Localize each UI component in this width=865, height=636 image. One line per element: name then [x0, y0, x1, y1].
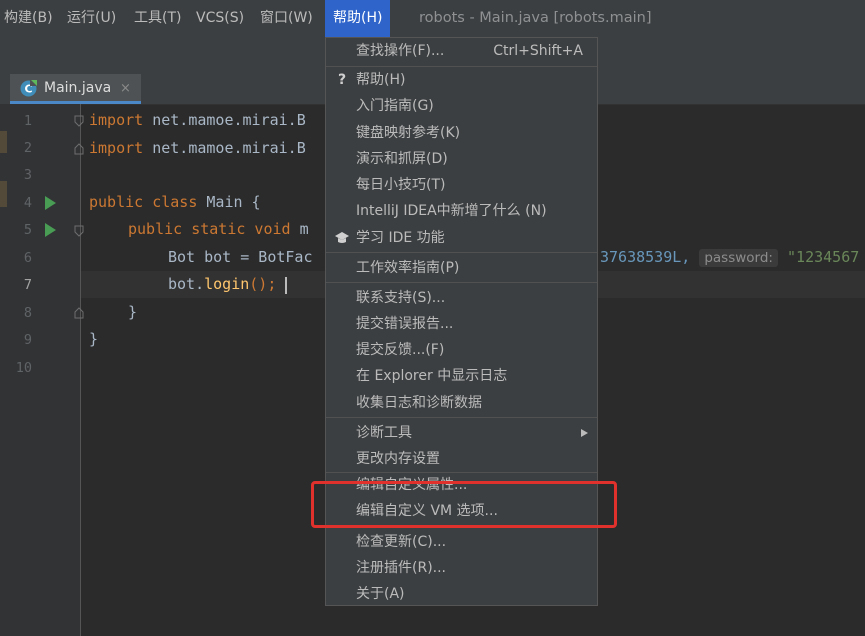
java-class-icon: C — [20, 80, 37, 97]
fold-icon[interactable] — [74, 143, 84, 155]
menu-tools[interactable]: 工具(T) — [134, 0, 181, 37]
menu-run[interactable]: 运行(U) — [67, 0, 116, 37]
run-icon[interactable] — [45, 196, 56, 210]
tab-label: Main.java — [44, 80, 112, 96]
menu-vcs[interactable]: VCS(S) — [196, 0, 244, 37]
menu-separator — [326, 282, 597, 283]
menu-window[interactable]: 窗口(W) — [260, 0, 313, 37]
menu-separator — [326, 252, 597, 253]
menu-item-show-log[interactable]: 在 Explorer 中显示日志 — [326, 363, 597, 389]
menu-item-submit-feedback[interactable]: 提交反馈...(F) — [326, 337, 597, 363]
line-number: 1 — [23, 113, 32, 129]
parameter-hint: password: — [699, 249, 778, 267]
menu-build[interactable]: 构建(B) — [4, 0, 53, 37]
line-number: 5 — [23, 222, 32, 238]
line-number: 10 — [15, 360, 32, 376]
code-line[interactable]: } — [128, 299, 137, 326]
code-line[interactable]: import net.mamoe.mirai.B — [89, 135, 306, 162]
menu-item-collect-logs[interactable]: 收集日志和诊断数据 — [326, 390, 597, 416]
line-number: 2 — [23, 140, 32, 156]
menu-help[interactable]: 帮助(H) — [325, 0, 391, 37]
menu-item-contact-support[interactable]: 联系支持(S)... — [326, 285, 597, 311]
menu-item-tip-of-day[interactable]: 每日小技巧(T) — [326, 172, 597, 198]
line-number: 3 — [23, 167, 32, 183]
menu-item-help[interactable]: ? 帮助(H) — [326, 67, 597, 93]
code-line[interactable]: public class Main { — [89, 189, 261, 216]
code-line-continuation[interactable]: 37638539L, password: "1234567 — [600, 244, 859, 272]
line-number: 6 — [23, 250, 32, 266]
menu-item-demos[interactable]: 演示和抓屏(D) — [326, 146, 597, 172]
menu-item-whats-new[interactable]: IntelliJ IDEA中新增了什么 (N) — [326, 198, 597, 224]
run-icon[interactable] — [45, 223, 56, 237]
text-caret — [285, 277, 287, 294]
code-line[interactable]: } — [89, 326, 98, 353]
close-icon[interactable]: × — [120, 74, 131, 103]
menu-item-submit-bug[interactable]: 提交错误报告... — [326, 311, 597, 337]
menu-item-change-memory[interactable]: 更改内存设置 — [326, 446, 597, 472]
window-title: robots - Main.java [robots.main] — [419, 10, 652, 26]
code-line[interactable]: Bot bot = BotFac — [168, 244, 313, 271]
fold-icon[interactable] — [74, 225, 84, 237]
menu-item-find-action[interactable]: 查找操作(F)... Ctrl+Shift+A — [326, 38, 597, 64]
menu-bar: 构建(B) 运行(U) 工具(T) VCS(S) 窗口(W) 帮助(H) rob… — [0, 0, 865, 37]
line-number: 8 — [23, 305, 32, 321]
menu-item-getting-started[interactable]: 入门指南(G) — [326, 93, 597, 119]
menu-item-productivity-guide[interactable]: 工作效率指南(P) — [326, 255, 597, 281]
menu-item-register-plugins[interactable]: 注册插件(R)... — [326, 555, 597, 581]
shortcut-label: Ctrl+Shift+A — [493, 43, 583, 59]
line-number: 9 — [23, 332, 32, 348]
graduation-cap-icon — [335, 232, 349, 243]
question-icon: ? — [337, 72, 347, 88]
menu-separator — [326, 417, 597, 418]
tab-main-java[interactable]: C Main.java × — [10, 74, 141, 104]
fold-icon[interactable] — [74, 115, 84, 127]
highlight-box — [311, 481, 617, 528]
menu-item-about[interactable]: 关于(A) — [326, 581, 597, 607]
submenu-arrow-icon — [581, 429, 588, 437]
line-number: 4 — [23, 195, 32, 211]
code-line[interactable]: bot.login(); — [168, 271, 276, 298]
menu-item-diagnostic-tools[interactable]: 诊断工具 — [326, 420, 597, 446]
menu-item-check-updates[interactable]: 检查更新(C)... — [326, 529, 597, 555]
code-line[interactable]: import net.mamoe.mirai.B — [89, 107, 306, 134]
menu-item-learn-ide[interactable]: 学习 IDE 功能 — [326, 225, 597, 251]
fold-icon[interactable] — [74, 307, 84, 319]
line-number: 7 — [23, 277, 32, 293]
menu-item-keymap-reference[interactable]: 键盘映射参考(K) — [326, 120, 597, 146]
code-line[interactable]: public static void m — [128, 216, 309, 243]
